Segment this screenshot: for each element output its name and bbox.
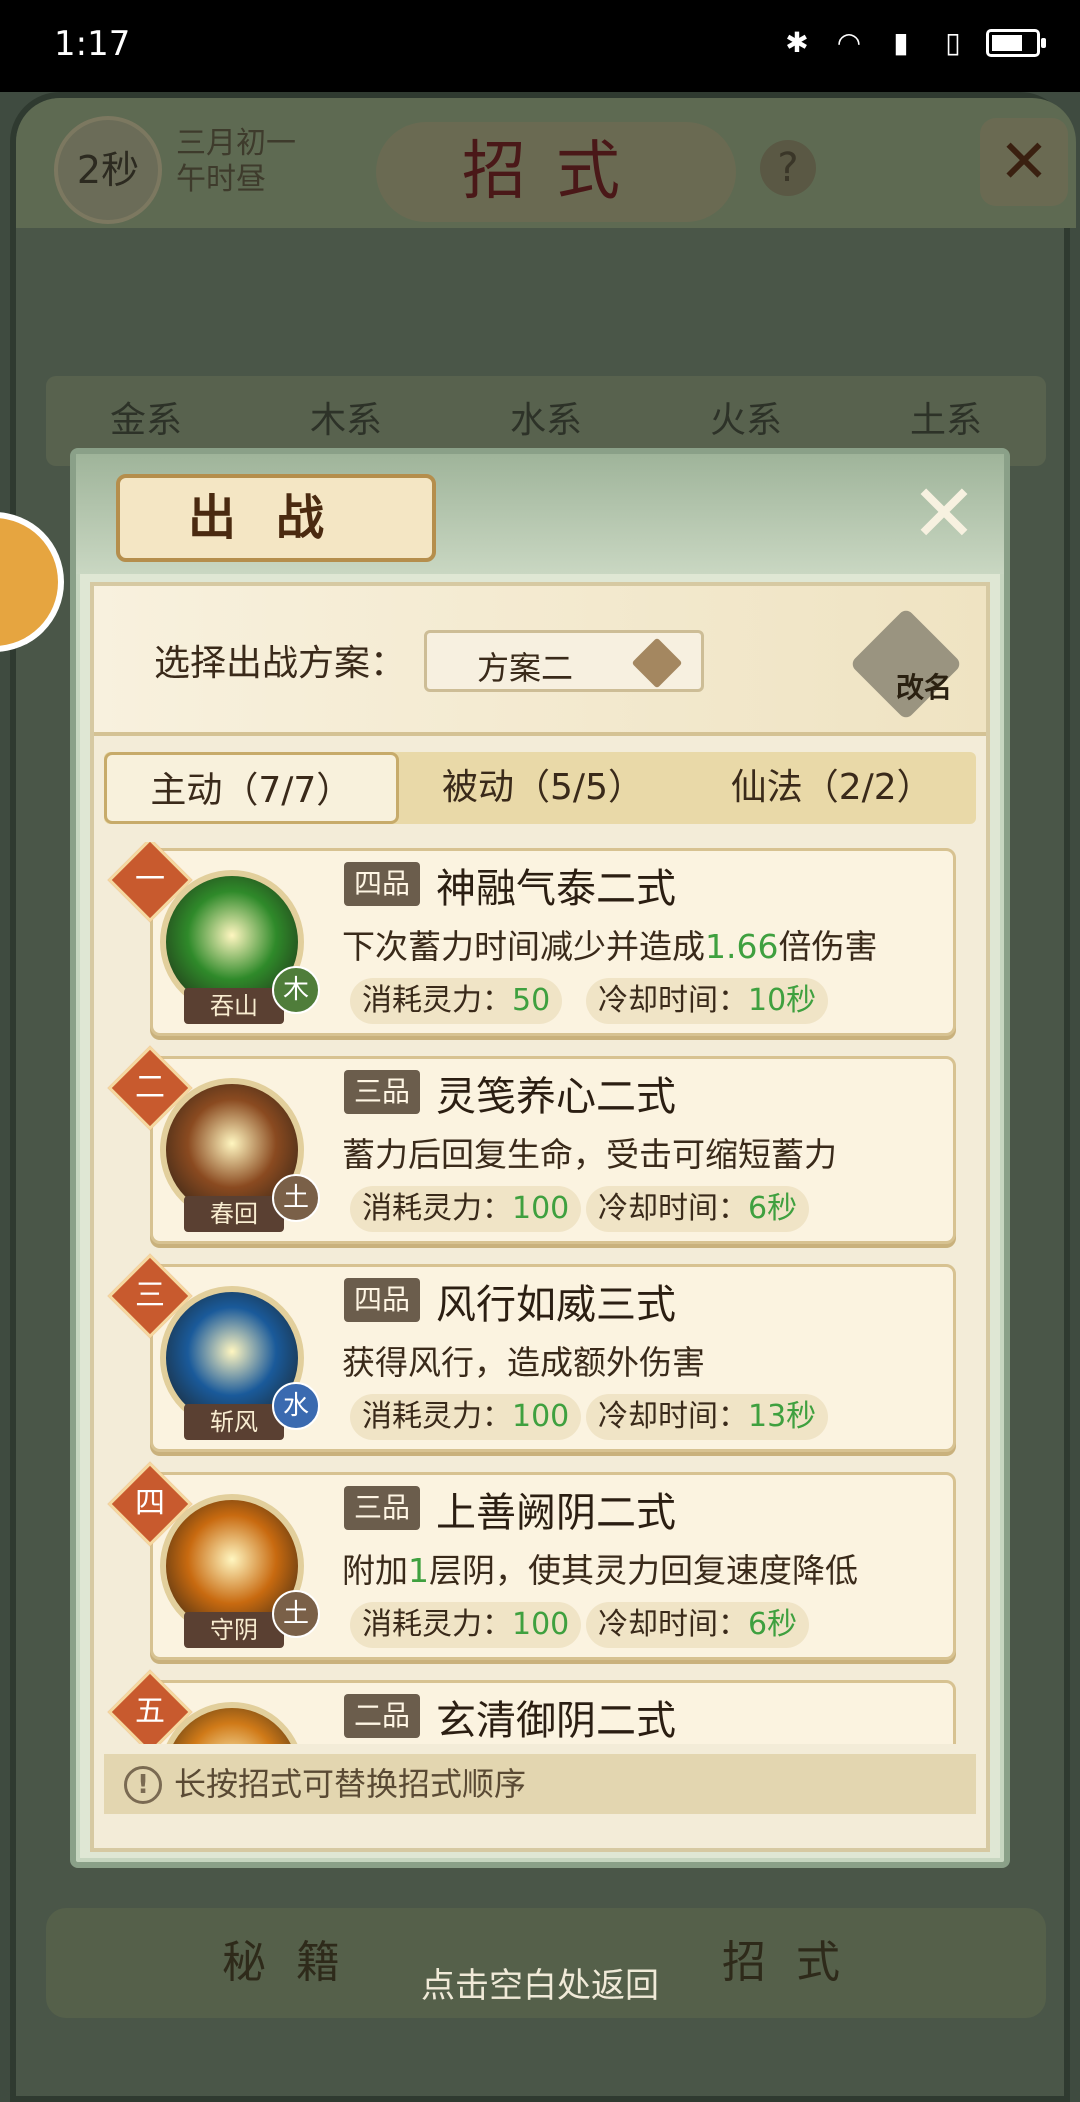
skill-card[interactable]: 四 守阴 土 三品 上善阙阴二式 附加1层阴，使其灵力回复速度降低 消耗灵力：1… [107,1461,960,1666]
skill-name: 风行如威三式 [436,1282,676,1328]
timer-badge: 2秒 [54,116,162,224]
reorder-tip: ! 长按招式可替换招式顺序 [104,1754,976,1814]
scheme-dropdown[interactable]: 方案二 [424,630,704,692]
cooldown-value: 6秒 [748,1191,798,1226]
cooldown: 冷却时间：6秒 [586,1186,810,1232]
mana-cost-value: 100 [512,1191,570,1226]
popup-body: 选择出战方案： 方案二 改名 主动（7/7） 被动（5/5） 仙法（2/2） 一… [90,582,990,1852]
skill-description: 获得风行，造成额外伤害 [342,1336,705,1384]
desc-part: 层阴，使其灵力回复速度降低 [429,1551,858,1590]
status-bar: 1:17 ✱ ◠ ▮ ▯ [0,0,1080,92]
close-icon[interactable]: ✕ [980,118,1068,206]
skill-name: 神融气泰二式 [436,866,676,912]
desc-part: 倍伤害 [778,927,878,966]
cooldown-label: 冷却时间： [598,1607,748,1642]
page-title: 招式 [376,122,736,222]
skill-icon-name: 春回 [184,1196,284,1232]
mana-cost-value: 100 [512,1607,570,1642]
mana-cost-label: 消耗灵力： [362,983,512,1018]
cooldown-label: 冷却时间： [598,1191,748,1226]
skill-card[interactable]: 一 吞山 木 四品 神融气泰二式 下次蓄力时间减少并造成1.66倍伤害 消耗灵力… [107,842,960,1042]
scheme-row: 选择出战方案： 方案二 改名 [94,586,986,736]
tap-to-return-hint[interactable]: 点击空白处返回 [0,1958,1080,2007]
grade-badge: 四品 [344,1278,421,1322]
help-icon[interactable]: ? [760,140,816,196]
date-line-2: 午时昼 [176,162,266,197]
mana-cost-label: 消耗灵力： [362,1607,512,1642]
signal-icon: ▯ [945,26,961,59]
skill-description: 附加1层阴，使其灵力回复速度降低 [342,1544,858,1592]
mana-cost-value: 100 [512,1399,570,1434]
mana-cost-value: 50 [512,983,551,1018]
element-badge: 木 [272,966,320,1014]
desc-part: 蓄力后回复生命，受击可缩短蓄力 [342,1135,837,1174]
skill-type-tabs: 主动（7/7） 被动（5/5） 仙法（2/2） [104,752,976,824]
signal-4g-icon: ▮ [893,26,909,59]
skill-icon-name: 吞山 [184,988,284,1024]
chevron-down-icon [631,637,683,689]
cooldown-label: 冷却时间： [598,983,748,1018]
skill-list[interactable]: 一 吞山 木 四品 神融气泰二式 下次蓄力时间减少并造成1.66倍伤害 消耗灵力… [104,842,976,1744]
tab-active-skills[interactable]: 主动（7/7） [104,752,399,824]
background-header: 2秒 三月初一 午时昼 招式 ? ✕ [16,98,1076,228]
scheme-value: 方案二 [477,649,574,687]
desc-part: 附加 [342,1551,408,1590]
skill-name: 上善阙阴二式 [436,1490,676,1536]
popup-title: 出战 [116,474,436,562]
tab-immortal-arts[interactable]: 仙法（2/2） [687,752,976,824]
date-line-1: 三月初一 [176,126,296,161]
desc-part: 下次蓄力时间减少并造成 [342,927,705,966]
tip-text: 长按招式可替换招式顺序 [174,1765,527,1803]
mana-cost-label: 消耗灵力： [362,1399,512,1434]
skill-description: 下次蓄力时间减少并造成1.66倍伤害 [342,920,877,968]
skill-name: 玄清御阴二式 [436,1698,676,1744]
battle-popup: 出战 ✕ 选择出战方案： 方案二 改名 主动（7/7） 被动（5/5） 仙法（2… [70,448,1010,1868]
mana-cost: 消耗灵力：50 [350,978,563,1024]
skill-name: 灵笺养心二式 [436,1074,676,1120]
element-badge: 土 [272,1174,320,1222]
desc-highlight: 1.66 [705,927,779,966]
skill-description: 蓄力后回复生命，受击可缩短蓄力 [342,1128,837,1176]
grade-badge: 三品 [344,1070,421,1114]
bluetooth-icon: ✱ [785,26,809,59]
skill-icon-name: 守阴 [184,1612,284,1648]
tab-passive-skills[interactable]: 被动（5/5） [399,752,688,824]
skill-card[interactable]: 三 斩风 水 四品 风行如威三式 获得风行，造成额外伤害 消耗灵力：100 冷却… [107,1253,960,1458]
element-badge: 土 [272,1590,320,1638]
rename-label[interactable]: 改名 [896,666,952,706]
status-time: 1:17 [54,24,131,64]
grade-badge: 四品 [344,862,421,906]
cooldown: 冷却时间：10秒 [586,978,829,1024]
cooldown-value: 6秒 [748,1607,798,1642]
desc-part: 获得风行，造成额外伤害 [342,1343,705,1382]
game-date: 三月初一 午时昼 [176,126,296,198]
grade-badge: 二品 [344,1694,421,1738]
status-icons: ✱ ◠ ▮ ▯ [778,24,1046,62]
skill-card[interactable]: 二 春回 土 三品 灵笺养心二式 蓄力后回复生命，受击可缩短蓄力 消耗灵力：10… [107,1045,960,1250]
desc-highlight: 1 [408,1551,429,1590]
mana-cost: 消耗灵力：100 [350,1394,582,1440]
cooldown-value: 13秒 [748,1399,817,1434]
skill-icon-name: 斩风 [184,1404,284,1440]
skill-card[interactable]: 五 二品 玄清御阴二式 [107,1669,960,1744]
cooldown: 冷却时间：13秒 [586,1394,829,1440]
wifi-icon: ◠ [836,26,862,59]
cooldown-value: 10秒 [748,983,817,1018]
close-icon[interactable]: ✕ [904,474,984,554]
battery-icon [986,29,1046,57]
cooldown: 冷却时间：6秒 [586,1602,810,1648]
mana-cost-label: 消耗灵力： [362,1191,512,1226]
mana-cost: 消耗灵力：100 [350,1186,582,1232]
grade-badge: 三品 [344,1486,421,1530]
scheme-label: 选择出战方案： [154,643,407,684]
cooldown-label: 冷却时间： [598,1399,748,1434]
info-icon: ! [124,1766,162,1804]
element-badge: 水 [272,1382,320,1430]
mana-cost: 消耗灵力：100 [350,1602,582,1648]
